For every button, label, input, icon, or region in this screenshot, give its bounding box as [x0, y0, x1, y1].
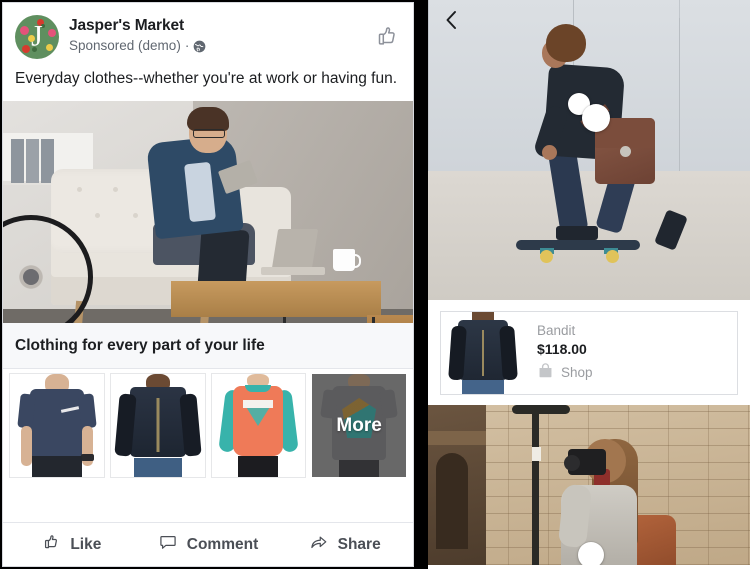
hero-laptop-screen [271, 229, 319, 269]
shopping-bag-icon [537, 362, 554, 384]
collection-thumbnail-strip: More [3, 369, 413, 484]
sponsored-label: Sponsored (demo) [69, 38, 181, 53]
back-chevron-icon[interactable] [440, 8, 464, 32]
hero-coffee-table [171, 281, 413, 323]
canvas-image-skater[interactable] [428, 0, 750, 300]
canvas-panel: Bandit $118.00 Shop [428, 0, 750, 569]
thumbs-up-icon[interactable] [373, 23, 399, 49]
product-info: Bandit $118.00 Shop [525, 312, 737, 394]
skater-hair [546, 24, 586, 62]
avatar-monogram: J [31, 19, 43, 53]
collection-title-bar: Clothing for every part of your life [3, 323, 413, 369]
collection-thumbnail[interactable] [210, 373, 307, 478]
hero-binder [11, 139, 24, 183]
globe-icon [193, 40, 206, 53]
share-arrow-icon [309, 532, 329, 557]
more-overlay[interactable]: More [312, 374, 406, 477]
product-card-area: Bandit $118.00 Shop [428, 300, 750, 405]
skater-shoe-back [556, 226, 598, 240]
post-body-text: Everyday clothes--whether you're at work… [15, 70, 398, 87]
post-header-text: Jasper's Market Sponsored (demo) · [69, 15, 206, 54]
lamp-box [532, 447, 541, 461]
product-card[interactable]: Bandit $118.00 Shop [440, 311, 738, 395]
product-tag-dot-3[interactable] [578, 542, 604, 565]
share-label: Share [337, 535, 381, 553]
skater-hand [542, 145, 557, 160]
collection-thumbnail[interactable] [109, 373, 206, 478]
comment-label: Comment [186, 535, 259, 553]
separator-dot: · [184, 38, 190, 53]
building-cornice [428, 431, 486, 445]
post-action-bar: Like Comment Share [3, 522, 413, 566]
collection-title: Clothing for every part of your life [15, 337, 265, 354]
share-button[interactable]: Share [276, 523, 413, 566]
product-name: Bandit [537, 323, 576, 338]
shop-label: Shop [561, 365, 593, 380]
comment-button[interactable]: Comment [140, 523, 277, 566]
post-header: J Jasper's Market Sponsored (demo) · [3, 3, 413, 59]
collection-thumbnail-more[interactable]: More [311, 373, 407, 478]
skateboard-wheel [540, 250, 553, 263]
canvas-image-photographer[interactable] [428, 405, 750, 565]
sponsored-row: Sponsored (demo) · [69, 37, 206, 54]
page-avatar[interactable]: J [15, 15, 59, 59]
skateboard-wheel [606, 250, 619, 263]
product-tag-dot-2[interactable] [582, 104, 610, 132]
like-button[interactable]: Like [3, 523, 140, 566]
product-price: $118.00 [537, 341, 587, 357]
post-hero-image[interactable] [3, 101, 413, 323]
avatar-berry-icon [22, 45, 30, 53]
screenshot-root: J Jasper's Market Sponsored (demo) · Eve… [0, 0, 750, 569]
more-label: More [336, 414, 382, 436]
comment-bubble-icon [158, 532, 178, 557]
avatar-berry-icon [46, 44, 53, 51]
collection-thumbnail[interactable] [9, 373, 105, 478]
like-label: Like [70, 535, 102, 553]
building-arch-window [436, 453, 468, 549]
lamp-post-arm [512, 405, 570, 414]
product-thumbnail [441, 312, 525, 394]
skateboard-deck [516, 240, 640, 250]
camera-lens [564, 455, 580, 471]
skater-bag-clasp [620, 146, 631, 157]
avatar-berry-icon [20, 26, 29, 35]
lamp-post [532, 405, 539, 565]
hero-person-glasses [193, 129, 225, 138]
hero-person-hair [187, 107, 229, 131]
feed-post-panel: J Jasper's Market Sponsored (demo) · Eve… [2, 2, 414, 567]
hero-table-frame [283, 317, 375, 323]
page-name[interactable]: Jasper's Market [69, 16, 206, 35]
shop-button[interactable]: Shop [537, 362, 725, 384]
hero-mug [333, 249, 361, 271]
thumbs-up-icon [41, 532, 61, 557]
avatar-berry-icon [48, 29, 56, 37]
hero-laptop-base [261, 267, 325, 275]
hero-binder [26, 139, 39, 183]
